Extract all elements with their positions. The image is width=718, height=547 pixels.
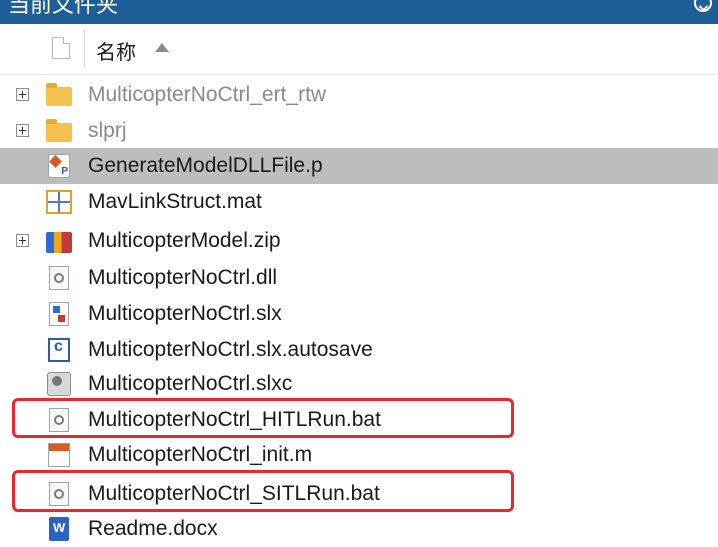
folder-icon xyxy=(46,119,72,142)
file-name: MulticopterNoCtrl.dll xyxy=(88,266,278,289)
file-name: MulticopterNoCtrl_ert_rtw xyxy=(88,83,327,106)
m-file-icon xyxy=(48,443,70,467)
expand-icon[interactable] xyxy=(16,234,29,247)
folder-icon xyxy=(46,83,72,106)
mat-file-icon xyxy=(46,190,72,214)
p-file-icon xyxy=(48,154,70,178)
expand-icon[interactable] xyxy=(16,124,29,137)
slx-file-icon xyxy=(49,302,69,326)
name-column-header[interactable]: 名称 xyxy=(96,36,136,65)
column-header: 名称 xyxy=(0,24,718,75)
file-name: Readme.docx xyxy=(88,517,218,540)
sort-ascending-icon[interactable] xyxy=(155,43,169,52)
file-name: MulticopterModel.zip xyxy=(88,229,281,252)
slxc-file-icon xyxy=(47,372,71,396)
current-folder-title-bar: 当前文件夹 xyxy=(0,0,718,24)
file-name: MulticopterNoCtrl.slx.autosave xyxy=(88,338,373,361)
file-name: MulticopterNoCtrl.slx xyxy=(88,302,282,325)
dll-file-icon xyxy=(49,266,69,290)
file-name: MulticopterNoCtrl_init.m xyxy=(88,443,313,466)
collapse-panel-icon[interactable] xyxy=(694,0,712,12)
file-row-readme[interactable]: Readme.docx xyxy=(0,511,718,547)
file-row-slx-autosave[interactable]: MulticopterNoCtrl.slx.autosave xyxy=(0,332,718,368)
panel-title: 当前文件夹 xyxy=(8,0,119,17)
file-name: MulticopterNoCtrl.slxc xyxy=(88,372,293,395)
file-row-slx[interactable]: MulticopterNoCtrl.slx xyxy=(0,296,718,332)
file-row-model-zip[interactable]: MulticopterModel.zip xyxy=(0,223,718,259)
file-row-slprj-folder[interactable]: slprj xyxy=(0,113,718,149)
column-separator[interactable] xyxy=(84,30,85,68)
file-name: MavLinkStruct.mat xyxy=(88,190,262,213)
autosave-file-icon xyxy=(48,338,70,362)
file-row-mavlink-mat[interactable]: MavLinkStruct.mat xyxy=(0,184,718,220)
expand-icon[interactable] xyxy=(16,88,29,101)
file-name: slprj xyxy=(88,119,127,142)
docx-file-icon xyxy=(49,517,69,541)
highlight-box-sitl xyxy=(12,470,514,512)
file-row-dll[interactable]: MulticopterNoCtrl.dll xyxy=(0,260,718,296)
file-row-slxc[interactable]: MulticopterNoCtrl.slxc xyxy=(0,366,718,402)
file-name: GenerateModelDLLFile.p xyxy=(88,154,323,177)
file-type-column-icon[interactable] xyxy=(52,37,70,59)
file-row-init-m[interactable]: MulticopterNoCtrl_init.m xyxy=(0,437,718,473)
file-row-generate-dll[interactable]: GenerateModelDLLFile.p xyxy=(0,148,718,184)
zip-file-icon xyxy=(46,232,72,253)
highlight-box-hitl xyxy=(12,398,514,438)
file-row-ert-rtw-folder[interactable]: MulticopterNoCtrl_ert_rtw xyxy=(0,77,718,113)
